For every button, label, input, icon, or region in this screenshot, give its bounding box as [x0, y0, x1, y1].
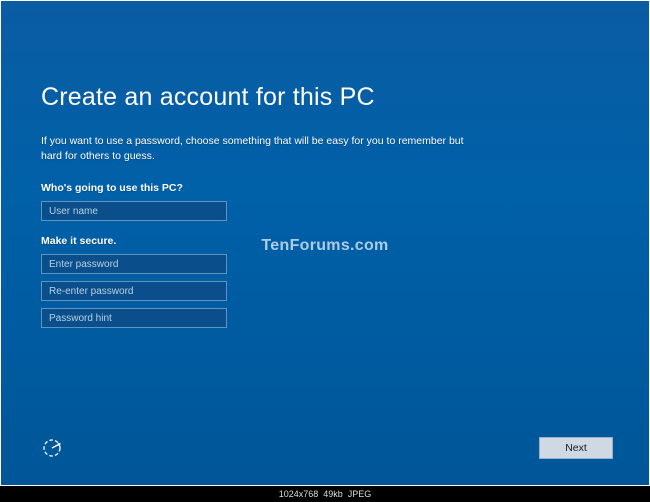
reenter-password-input[interactable] — [41, 281, 227, 301]
image-size: 49kb — [323, 489, 343, 499]
image-dims: 1024x768 — [279, 489, 319, 499]
password-hint-input[interactable] — [41, 308, 227, 328]
username-input[interactable] — [41, 201, 227, 221]
oobe-screen: Create an account for this PC If you wan… — [1, 1, 649, 485]
password-input[interactable] — [41, 254, 227, 274]
image-info-bar: 1024x768 49kb JPEG — [0, 486, 650, 502]
ease-of-access-icon[interactable] — [41, 437, 63, 459]
secure-section-label: Make it secure. — [41, 235, 609, 247]
page-subtitle: If you want to use a password, choose so… — [41, 134, 471, 164]
page-title: Create an account for this PC — [41, 83, 609, 112]
user-section-label: Who's going to use this PC? — [41, 182, 609, 194]
next-button[interactable]: Next — [539, 437, 613, 459]
image-format: JPEG — [348, 489, 372, 499]
